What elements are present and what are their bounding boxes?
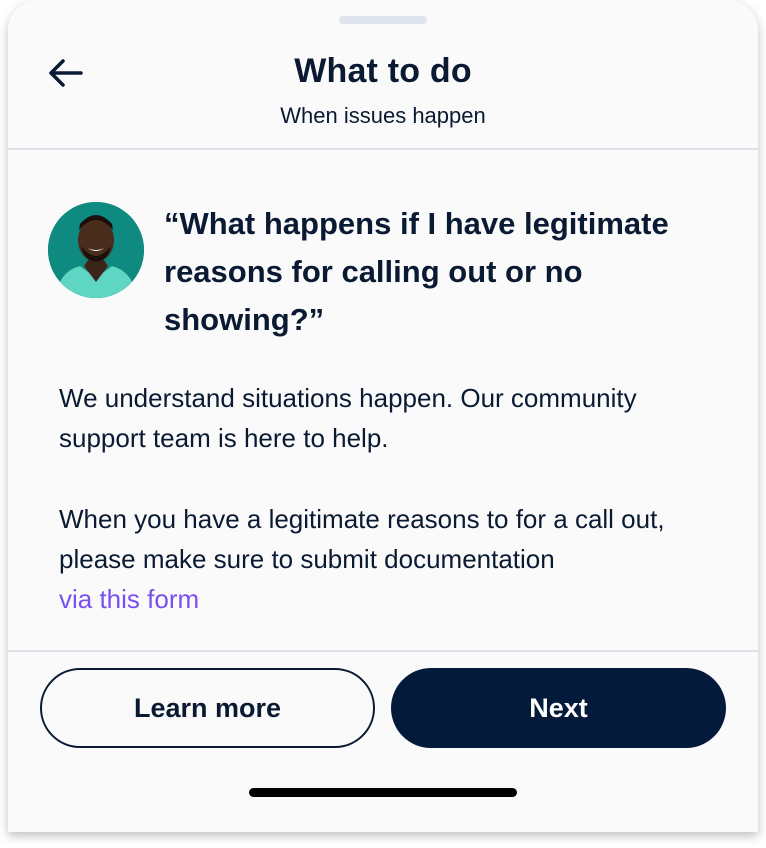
header-divider	[8, 148, 758, 150]
form-link[interactable]: via this form	[59, 579, 709, 619]
support-paragraph: We understand situations happen. Our com…	[59, 383, 637, 453]
avatar-illustration	[48, 202, 144, 298]
avatar	[48, 202, 144, 298]
bottom-sheet: What to do When issues happen “What happ…	[8, 0, 758, 832]
question-heading: “What happens if I have legitimate reaso…	[164, 206, 669, 337]
page-subtitle: When issues happen	[280, 103, 486, 128]
footer-divider	[8, 650, 758, 652]
documentation-paragraph: When you have a legitimate reasons to fo…	[59, 499, 709, 619]
home-indicator	[249, 788, 517, 797]
learn-more-button[interactable]: Learn more	[40, 668, 375, 748]
page-title: What to do	[294, 52, 472, 90]
next-button[interactable]: Next	[391, 668, 726, 748]
sheet-grabber[interactable]	[339, 16, 427, 24]
documentation-text: When you have a legitimate reasons to fo…	[59, 504, 665, 574]
